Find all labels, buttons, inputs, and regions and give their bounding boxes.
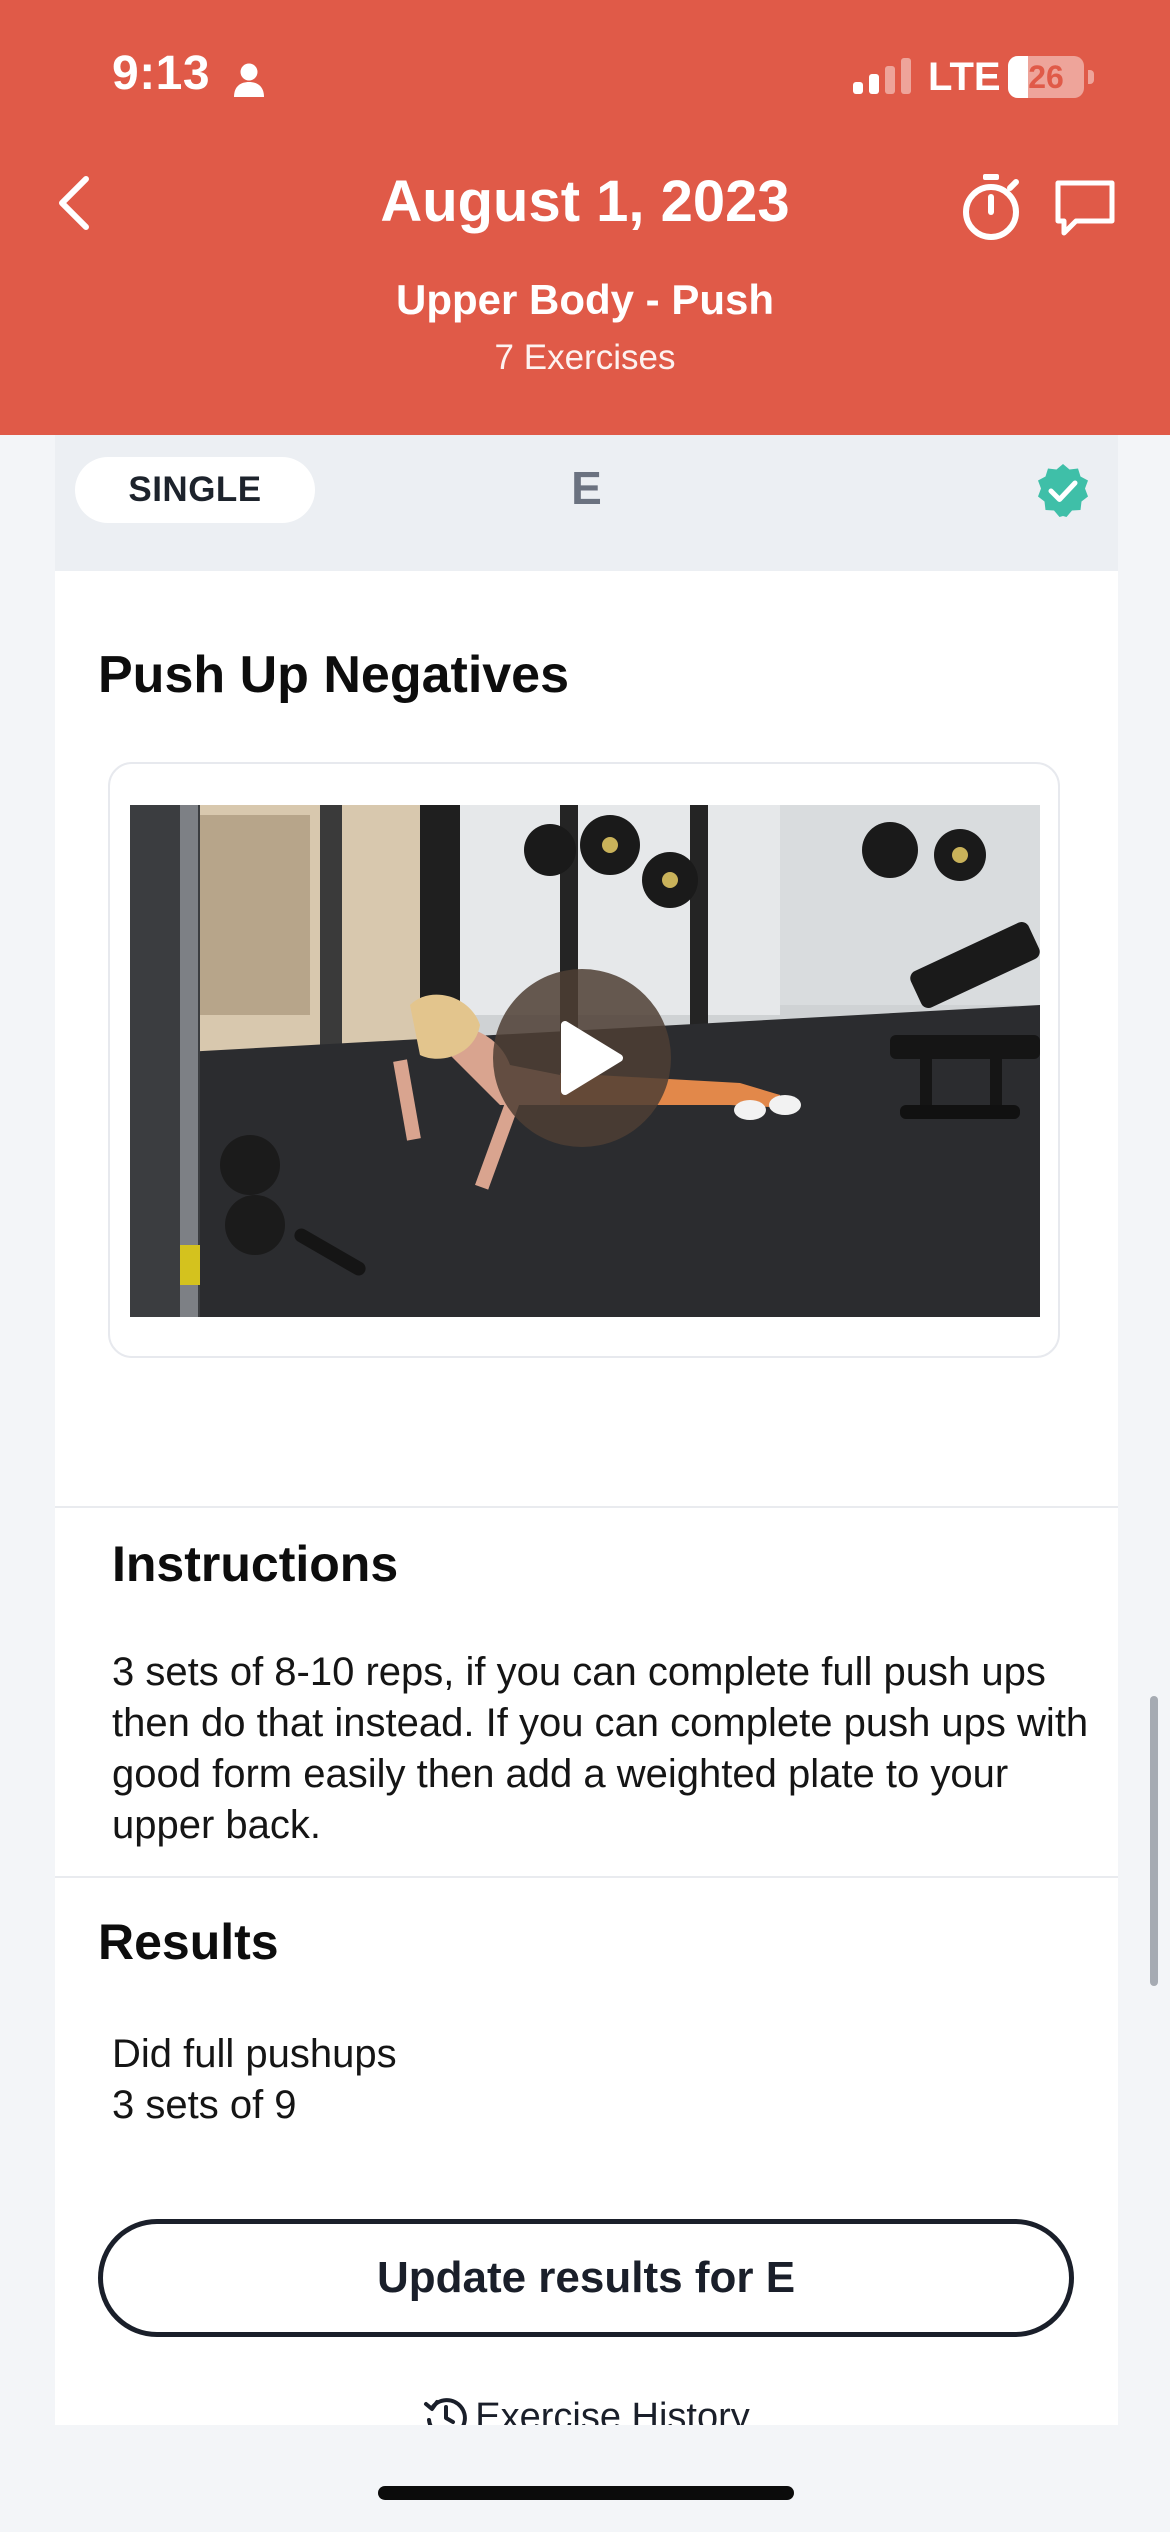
play-button[interactable] — [493, 969, 671, 1147]
home-indicator[interactable] — [378, 2486, 794, 2500]
exercise-history-label: Exercise History — [475, 2395, 750, 2426]
stopwatch-icon[interactable] — [958, 172, 1024, 242]
divider — [55, 1876, 1118, 1878]
results-line: Did full pushups — [112, 2032, 397, 2076]
block-letter: E — [571, 462, 602, 514]
battery-icon: 26 — [1008, 56, 1094, 98]
app-header: 9:13 LTE 26 August 1, 2023 Upper Body - … — [0, 0, 1170, 435]
workout-title: Upper Body - Push — [395, 276, 775, 323]
divider — [55, 1506, 1118, 1508]
exercise-card: SINGLE E Push Up Negatives Instructions … — [55, 435, 1118, 2425]
chat-bubble-icon[interactable] — [1052, 175, 1118, 241]
person-icon — [234, 63, 264, 97]
results-heading: Results — [98, 1914, 279, 1970]
signal-bars-icon — [853, 58, 911, 94]
results-line: 3 sets of 9 — [112, 2083, 297, 2127]
update-results-button[interactable]: Update results for E — [98, 2219, 1074, 2337]
instructions-text: 3 sets of 8-10 reps, if you can complete… — [112, 1650, 1089, 1847]
status-time: 9:13 — [112, 47, 211, 100]
exercise-count: 7 Exercises — [494, 338, 676, 377]
exercise-history-link[interactable]: Exercise History — [55, 2387, 1118, 2425]
verified-check-icon — [1038, 464, 1088, 517]
scroll-indicator[interactable] — [1150, 1696, 1158, 1986]
play-icon — [561, 1021, 623, 1095]
exercise-name: Push Up Negatives — [98, 646, 570, 704]
block-header: SINGLE E — [55, 435, 1118, 571]
instructions-heading: Instructions — [112, 1536, 399, 1592]
network-type: LTE — [928, 55, 1001, 99]
history-clock-icon — [424, 2398, 468, 2425]
battery-level: 26 — [1028, 59, 1064, 95]
